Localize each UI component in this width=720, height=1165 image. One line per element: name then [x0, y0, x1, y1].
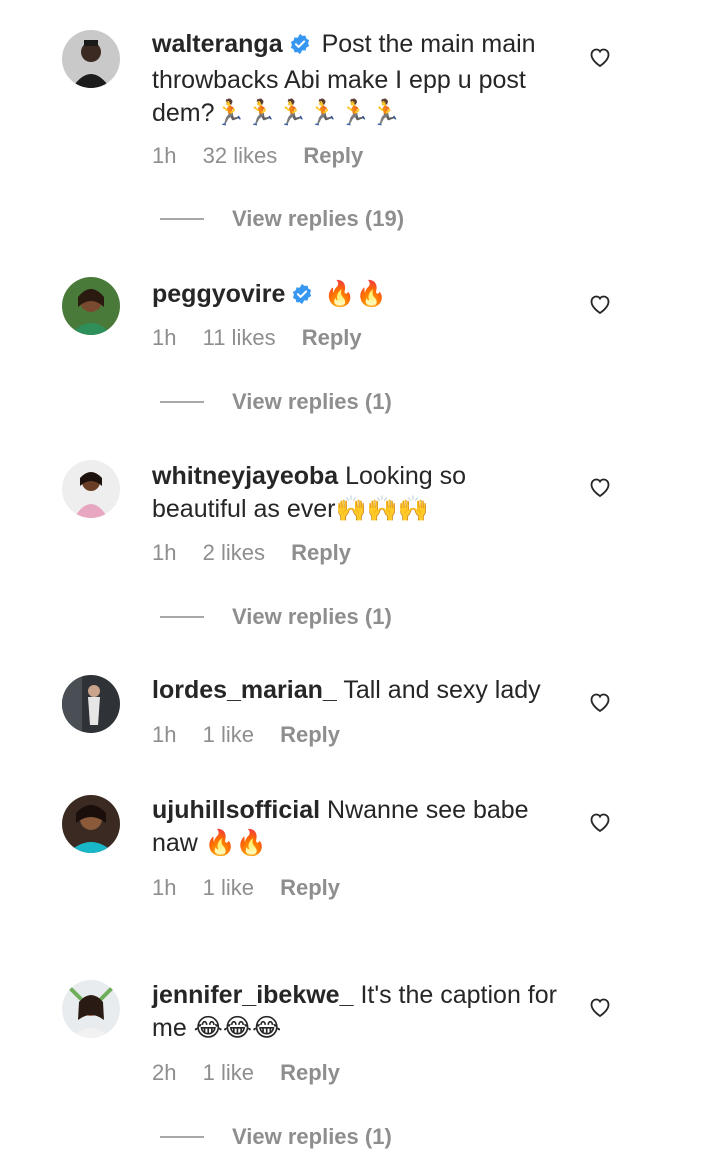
- comment-body: lordes_marian_ Tall and sexy lady: [152, 674, 562, 707]
- comment-username[interactable]: ujuhillsofficial: [152, 796, 320, 824]
- view-replies-label: View replies (19): [232, 206, 405, 231]
- avatar[interactable]: [62, 980, 120, 1038]
- comment-meta: 1h 11 likes Reply: [152, 324, 382, 352]
- comment-time: 1h: [152, 325, 177, 350]
- comment-username[interactable]: peggyovire: [152, 280, 285, 308]
- comment-meta: 2h 1 like Reply: [152, 1059, 360, 1087]
- heart-icon[interactable]: [588, 810, 612, 834]
- comment-text: 🔥🔥: [324, 280, 387, 308]
- comment-time: 1h: [152, 875, 177, 900]
- comment-body: jennifer_ibekwe_ It's the caption for me…: [152, 979, 562, 1045]
- comment-text: Tall and sexy lady: [343, 676, 541, 704]
- comment-time: 2h: [152, 1060, 177, 1085]
- comment-username[interactable]: walteranga: [152, 30, 283, 58]
- view-replies-label: View replies (1): [232, 389, 392, 414]
- comment-username[interactable]: whitneyjayeoba: [152, 462, 338, 490]
- divider-line: [160, 218, 204, 220]
- view-replies-label: View replies (1): [232, 1124, 392, 1149]
- reply-button[interactable]: Reply: [302, 325, 362, 350]
- view-replies-label: View replies (1): [232, 604, 392, 629]
- heart-icon[interactable]: [588, 45, 612, 69]
- view-replies-button[interactable]: View replies (1): [160, 603, 392, 631]
- comment-meta: 1h 2 likes Reply: [152, 539, 371, 567]
- avatar[interactable]: [62, 795, 120, 853]
- comment-time: 1h: [152, 540, 177, 565]
- comment-meta: 1h 1 like Reply: [152, 874, 360, 902]
- comment-body: ujuhillsofficial Nwanne see babe naw 🔥🔥: [152, 794, 562, 860]
- heart-icon[interactable]: [588, 292, 612, 316]
- avatar[interactable]: [62, 460, 120, 518]
- comment-meta: 1h 32 likes Reply: [152, 142, 383, 170]
- heart-icon[interactable]: [588, 475, 612, 499]
- heart-icon[interactable]: [588, 690, 612, 714]
- reply-button[interactable]: Reply: [280, 1060, 340, 1085]
- reply-button[interactable]: Reply: [291, 540, 351, 565]
- comment-body: peggyovire 🔥🔥: [152, 278, 562, 314]
- comment-body: whitneyjayeoba Looking so beautiful as e…: [152, 460, 562, 526]
- comment-likes[interactable]: 1 like: [203, 1060, 254, 1085]
- view-replies-button[interactable]: View replies (1): [160, 1123, 392, 1151]
- comment-meta: 1h 1 like Reply: [152, 721, 360, 749]
- comment-time: 1h: [152, 722, 177, 747]
- reply-button[interactable]: Reply: [280, 722, 340, 747]
- comment-username[interactable]: lordes_marian_: [152, 676, 337, 704]
- divider-line: [160, 1136, 204, 1138]
- verified-badge-icon: [291, 281, 313, 314]
- reply-button[interactable]: Reply: [303, 143, 363, 168]
- avatar[interactable]: [62, 30, 120, 88]
- divider-line: [160, 616, 204, 618]
- comment-likes[interactable]: 2 likes: [203, 540, 265, 565]
- comment-likes[interactable]: 11 likes: [203, 325, 276, 350]
- comment-likes[interactable]: 1 like: [203, 722, 254, 747]
- comment-time: 1h: [152, 143, 177, 168]
- verified-badge-icon: [289, 31, 311, 64]
- heart-icon[interactable]: [588, 995, 612, 1019]
- comment-body: walteranga Post the main main throwbacks…: [152, 28, 562, 130]
- view-replies-button[interactable]: View replies (19): [160, 205, 404, 233]
- comment-likes[interactable]: 32 likes: [203, 143, 278, 168]
- avatar[interactable]: [62, 277, 120, 335]
- avatar[interactable]: [62, 675, 120, 733]
- view-replies-button[interactable]: View replies (1): [160, 388, 392, 416]
- comment-likes[interactable]: 1 like: [203, 875, 254, 900]
- divider-line: [160, 401, 204, 403]
- reply-button[interactable]: Reply: [280, 875, 340, 900]
- comment-username[interactable]: jennifer_ibekwe_: [152, 981, 353, 1009]
